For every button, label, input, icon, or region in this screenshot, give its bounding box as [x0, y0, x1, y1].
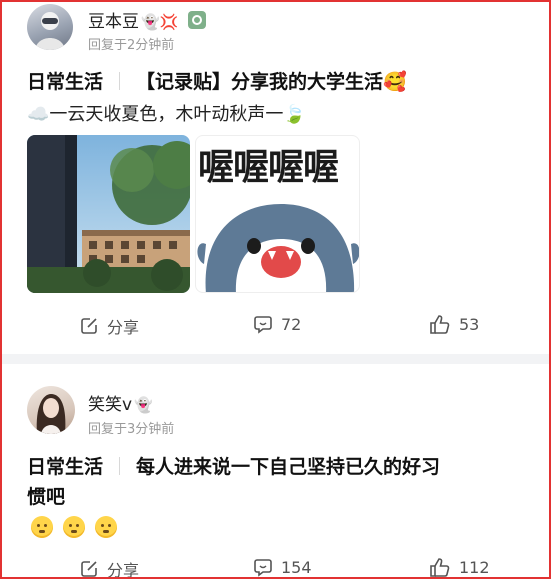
avatar[interactable] — [27, 4, 73, 50]
smiley-emoji-icon — [95, 516, 117, 538]
like-button[interactable]: 112 — [429, 557, 490, 577]
like-count[interactable]: 53 — [459, 315, 479, 334]
post-subtitle: ☁️一云天收夏色，木叶动秋声一🍃 — [27, 104, 306, 125]
like-count[interactable]: 112 — [459, 558, 490, 577]
avatar-figure-icon — [35, 12, 65, 50]
reply-time: 回复于3分钟前 — [88, 422, 175, 437]
username-emojis: 👻 — [134, 396, 153, 414]
post-image-meme[interactable]: 喔喔喔喔 — [195, 135, 360, 293]
username-text[interactable]: 豆本豆 — [88, 12, 139, 32]
post-emoji-row — [31, 516, 117, 538]
title-divider — [119, 457, 121, 475]
avatar-figure-icon — [36, 394, 66, 434]
username[interactable]: 豆本豆 👻💢 — [88, 7, 206, 32]
category-label[interactable]: 日常生活 — [27, 456, 103, 478]
comment-count[interactable]: 72 — [281, 315, 301, 334]
meme-caption: 喔喔喔喔 — [198, 147, 339, 188]
username-text[interactable]: 笑笑v — [88, 395, 132, 415]
campus-scene-icon — [27, 135, 190, 293]
like-button[interactable]: 53 — [429, 314, 479, 334]
comment-icon — [254, 559, 272, 577]
avatar[interactable] — [27, 386, 75, 434]
post-card[interactable]: 豆本豆 👻💢 回复于2分钟前 日常生活 【记录贴】分享我的大学生活🥰 ☁️一云天收夏… — [2, 2, 549, 354]
post-title[interactable]: 日常生活 每人进来说一下自己坚持已久的好习 — [27, 452, 440, 479]
share-label[interactable]: 分享 — [107, 314, 139, 338]
post-image-campus[interactable] — [27, 135, 190, 293]
smiley-emoji-icon — [31, 516, 53, 538]
category-label[interactable]: 日常生活 — [27, 71, 103, 93]
title-divider — [119, 72, 121, 90]
post-separator — [2, 354, 549, 364]
username-emojis: 👻💢 — [141, 13, 179, 31]
comment-count[interactable]: 154 — [281, 558, 312, 577]
like-icon — [430, 558, 450, 577]
share-icon — [81, 318, 97, 334]
share-button[interactable]: 分享 — [79, 314, 139, 338]
title-text[interactable]: 【记录贴】分享我的大学生活🥰 — [136, 71, 407, 93]
smiley-emoji-icon — [63, 516, 85, 538]
comment-button[interactable]: 72 — [253, 314, 301, 334]
share-label[interactable]: 分享 — [107, 557, 139, 577]
post-title[interactable]: 日常生活 【记录贴】分享我的大学生活🥰 — [27, 67, 407, 94]
share-button[interactable]: 分享 — [79, 557, 139, 577]
title-text-line1[interactable]: 每人进来说一下自己坚持已久的好习 — [136, 456, 440, 478]
shark-mascot-icon — [197, 204, 359, 292]
username[interactable]: 笑笑v 👻 — [88, 390, 153, 415]
like-icon — [430, 315, 450, 334]
settings-badge-icon — [187, 11, 206, 29]
comment-icon — [254, 316, 272, 334]
comment-button[interactable]: 154 — [253, 557, 312, 577]
reply-time: 回复于2分钟前 — [88, 38, 175, 53]
post-card[interactable]: 笑笑v 👻 回复于3分钟前 日常生活 每人进来说一下自己坚持已久的好习 惯吧 分享 — [2, 364, 549, 577]
share-icon — [81, 561, 97, 577]
feed-frame: 豆本豆 👻💢 回复于2分钟前 日常生活 【记录贴】分享我的大学生活🥰 ☁️一云天收夏… — [0, 0, 551, 579]
post-title-line2[interactable]: 惯吧 — [27, 482, 65, 509]
